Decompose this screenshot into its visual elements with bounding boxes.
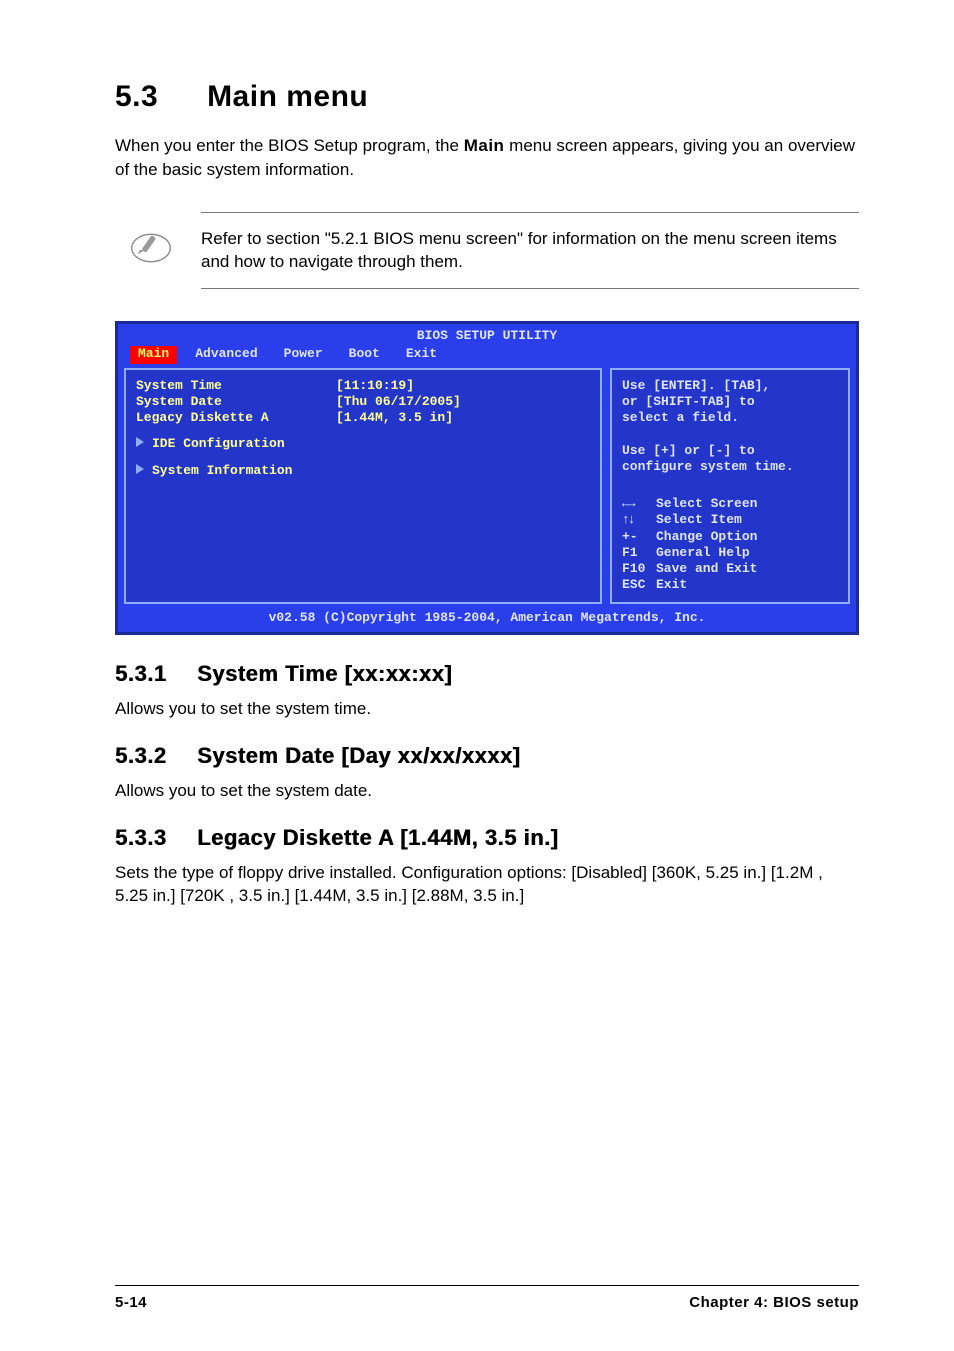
bios-help-line: or [SHIFT-TAB] to bbox=[622, 394, 838, 410]
page-number: 5-14 bbox=[115, 1294, 147, 1311]
subsection-title: System Time [xx:xx:xx] bbox=[197, 661, 452, 686]
bios-item-system-date[interactable]: System Date [Thu 06/17/2005] bbox=[136, 394, 590, 410]
bios-title: BIOS SETUP UTILITY bbox=[124, 328, 850, 344]
bios-nav-label: Select Item bbox=[656, 512, 742, 528]
note-text: Refer to section "5.2.1 BIOS menu screen… bbox=[201, 212, 859, 290]
bios-nav-key: F10 bbox=[622, 561, 648, 577]
bios-screenshot: BIOS SETUP UTILITY Main Advanced Power B… bbox=[115, 321, 859, 635]
section-heading: 5.3 Main menu bbox=[115, 80, 859, 114]
bios-item-value: [Thu 06/17/2005] bbox=[336, 394, 590, 410]
intro-text-pre: When you enter the BIOS Setup program, t… bbox=[115, 136, 464, 155]
bios-nav-label: General Help bbox=[656, 545, 750, 561]
bios-nav-label: Save and Exit bbox=[656, 561, 757, 577]
bios-help-line: Use [+] or [-] to bbox=[622, 443, 838, 459]
bios-help-text: Use [ENTER]. [TAB], or [SHIFT-TAB] to se… bbox=[622, 378, 838, 476]
bios-item-value: [1.44M, 3.5 in] bbox=[336, 410, 590, 426]
section-title-text: Main menu bbox=[207, 80, 368, 113]
intro-text-bold: Main bbox=[464, 136, 505, 155]
subsection-system-date: 5.3.2 System Date [Day xx/xx/xxxx] bbox=[115, 743, 859, 769]
chapter-label: Chapter 4: BIOS setup bbox=[689, 1294, 859, 1311]
bios-nav-key: F1 bbox=[622, 545, 648, 561]
bios-tab-power[interactable]: Power bbox=[276, 346, 331, 363]
bios-tab-main[interactable]: Main bbox=[130, 346, 177, 363]
bios-item-label: System Date bbox=[136, 394, 336, 410]
bios-help-line: Use [ENTER]. [TAB], bbox=[622, 378, 838, 394]
bios-nav-key: +- bbox=[622, 529, 648, 545]
bios-nav-key: ESC bbox=[622, 577, 648, 593]
subsection-body: Sets the type of floppy drive installed.… bbox=[115, 861, 859, 909]
arrows-ud-icon: ↑↓ bbox=[622, 512, 648, 528]
intro-paragraph: When you enter the BIOS Setup program, t… bbox=[115, 134, 859, 182]
subsection-number: 5.3.2 bbox=[115, 743, 166, 769]
subsection-number: 5.3.1 bbox=[115, 661, 166, 687]
subsection-system-time: 5.3.1 System Time [xx:xx:xx] bbox=[115, 661, 859, 687]
subsection-number: 5.3.3 bbox=[115, 825, 166, 851]
bios-tab-exit[interactable]: Exit bbox=[398, 346, 445, 363]
bios-item-label: System Time bbox=[136, 378, 336, 394]
arrows-lr-icon: ←→ bbox=[622, 496, 648, 512]
bios-submenu-system-info[interactable]: System Information bbox=[136, 463, 590, 479]
bios-help-panel: Use [ENTER]. [TAB], or [SHIFT-TAB] to se… bbox=[610, 368, 850, 604]
bios-help-line: select a field. bbox=[622, 410, 838, 426]
section-number: 5.3 bbox=[115, 80, 158, 114]
subsection-body: Allows you to set the system time. bbox=[115, 697, 859, 721]
bios-tab-bar: Main Advanced Power Boot Exit bbox=[124, 346, 850, 363]
page-footer: 5-14 Chapter 4: BIOS setup bbox=[115, 1285, 859, 1311]
subsection-body: Allows you to set the system date. bbox=[115, 779, 859, 803]
subsection-title: System Date [Day xx/xx/xxxx] bbox=[197, 743, 520, 768]
subsection-title: Legacy Diskette A [1.44M, 3.5 in.] bbox=[197, 825, 558, 850]
bios-nav-keys: ←→ Select Screen ↑↓ Select Item +- Change O… bbox=[622, 496, 838, 594]
bios-item-system-time[interactable]: System Time [11:10:19] bbox=[136, 378, 590, 394]
bios-nav-label: Exit bbox=[656, 577, 687, 593]
bios-submenu-ide-config[interactable]: IDE Configuration bbox=[136, 436, 590, 452]
note-callout: Refer to section "5.2.1 BIOS menu screen… bbox=[115, 200, 859, 302]
bios-tab-advanced[interactable]: Advanced bbox=[187, 346, 265, 363]
bios-item-value: [11:10:19] bbox=[336, 378, 590, 394]
subsection-legacy-diskette: 5.3.3 Legacy Diskette A [1.44M, 3.5 in.] bbox=[115, 825, 859, 851]
bios-main-panel: System Time [11:10:19] System Date [Thu … bbox=[124, 368, 602, 604]
bios-item-legacy-diskette[interactable]: Legacy Diskette A [1.44M, 3.5 in] bbox=[136, 410, 590, 426]
bios-nav-label: Change Option bbox=[656, 529, 757, 545]
bios-nav-label: Select Screen bbox=[656, 496, 757, 512]
pencil-note-icon bbox=[129, 226, 173, 275]
bios-tab-boot[interactable]: Boot bbox=[341, 346, 388, 363]
bios-item-label: Legacy Diskette A bbox=[136, 410, 336, 426]
bios-copyright: v02.58 (C)Copyright 1985-2004, American … bbox=[124, 610, 850, 626]
bios-help-line: configure system time. bbox=[622, 459, 838, 475]
